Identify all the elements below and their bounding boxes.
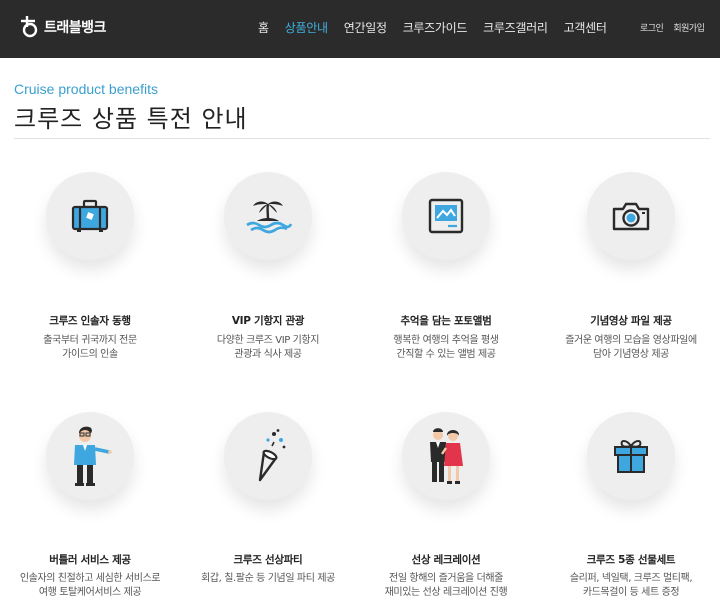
benefit-icon-circle — [587, 172, 675, 260]
section-eyebrow: Cruise product benefits — [14, 81, 158, 97]
camera-icon — [612, 202, 650, 231]
palm-island-icon — [246, 201, 293, 234]
brand-logo-icon — [21, 16, 38, 38]
account-links: 로그인 회원가입 — [640, 21, 714, 34]
benefit-title: 크루즈 5종 선물세트 — [586, 554, 676, 566]
nav-item-gallery[interactable]: 크루즈갤러리 — [483, 19, 548, 36]
benefit-icon-circle — [402, 412, 490, 500]
nav-item-products[interactable]: 상품안내 — [285, 19, 328, 36]
benefit-description: 다양한 크루즈 VIP 기항지 관광과 식사 제공 — [216, 335, 320, 360]
benefit-title: 버틀러 서비스 제공 — [49, 554, 131, 566]
top-navigation-bar: 트래블뱅크 홈 상품안내 연간일정 크루즈가이드 크루즈갤러리 고객센터 로그인… — [0, 0, 720, 58]
benefit-description: 즐거운 여행의 모습을 영상파일에 담아 기념영상 제공 — [565, 335, 697, 360]
benefit-description: 전일 항해의 즐거움을 더해줄 재미있는 선상 레크레이션 진행 — [384, 573, 508, 598]
benefit-icon-circle — [46, 412, 134, 500]
signup-link[interactable]: 회원가입 — [673, 21, 705, 34]
benefit-icon-circle — [224, 412, 312, 500]
page-title: 크루즈 상품 특전 안내 — [14, 105, 248, 133]
benefit-description: 인솔자의 친절하고 세심한 서비스로 여행 토탈케어서비스 제공 — [19, 573, 161, 598]
benefit-icon-circle — [46, 172, 134, 260]
brand-name: 트래블뱅크 — [44, 20, 106, 36]
benefit-title: 선상 레크레이션 — [411, 554, 481, 566]
photo-album-icon — [428, 198, 464, 234]
brand-logo[interactable]: 트래블뱅크 — [18, 14, 106, 40]
benefit-title: 크루즈 인솔자 동행 — [49, 315, 131, 327]
nav-item-guide[interactable]: 크루즈가이드 — [403, 19, 468, 36]
party-popper-icon — [258, 429, 286, 482]
benefit-title: 기념영상 파일 제공 — [590, 315, 672, 327]
benefit-description: 슬리퍼, 넥일택, 크루즈 멀티팩, 카드목걸이 등 세트 증정 — [569, 573, 693, 598]
suitcase-icon — [71, 199, 109, 232]
benefit-description: 행복한 여행의 추억을 평생 간직할 수 있는 앨범 제공 — [393, 335, 499, 360]
benefit-description: 회갑, 칠.팔순 등 기념일 파티 제공 — [201, 573, 335, 584]
gift-box-icon — [614, 440, 648, 473]
benefit-title: 크루즈 선상파티 — [233, 554, 303, 566]
benefit-icon-circle — [224, 172, 312, 260]
nav-item-support[interactable]: 고객센터 — [564, 19, 607, 36]
benefit-icon-circle — [402, 172, 490, 260]
benefit-description: 출국부터 귀국까지 전문 가이드의 인솔 — [43, 335, 137, 360]
benefit-title: VIP 기항지 관광 — [231, 315, 305, 327]
login-link[interactable]: 로그인 — [640, 21, 664, 34]
butler-icon — [74, 426, 112, 486]
benefit-title: 추억을 담는 포토앨범 — [400, 315, 492, 327]
benefit-icon-circle — [587, 412, 675, 500]
heading-divider — [14, 138, 710, 139]
main-nav: 홈 상품안내 연간일정 크루즈가이드 크루즈갤러리 고객센터 — [258, 19, 623, 36]
couple-icon — [430, 428, 463, 484]
nav-item-schedule[interactable]: 연간일정 — [344, 19, 387, 36]
nav-item-home[interactable]: 홈 — [258, 19, 269, 36]
